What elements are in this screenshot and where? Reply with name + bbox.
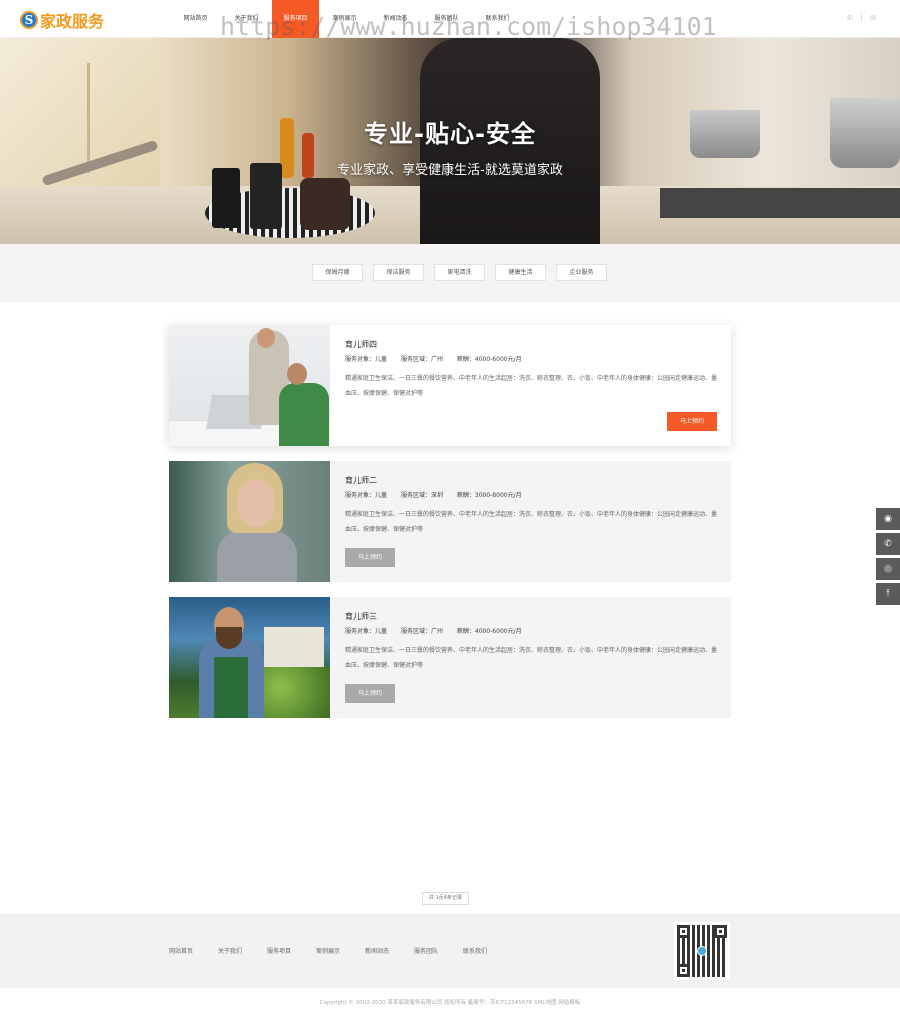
pagination-info: 共 1页4条记录 [422,892,469,905]
service-area: 服务区域：广州 [400,628,443,635]
card-info: 育儿师二 服务对象：儿童 服务区域：深圳 薪酬：3000-8000元/月 精通家… [345,475,720,537]
card-info: 育儿师三 服务对象：儿童 服务区域：广州 薪酬：4000-6000元/月 精通家… [345,611,720,673]
card-title[interactable]: 育儿师三 [345,611,720,622]
qr-logo-icon [697,946,707,956]
footer-link-news[interactable]: 新闻动态 [365,946,414,955]
banner-stove [660,188,900,218]
site-footer: 网站首页 关于我们 服务项目 案例展示 新闻动态 服务团队 联系我们 [0,914,900,988]
logo[interactable]: S 家政服务 [20,9,104,31]
qr-code [674,922,730,980]
logo-text: 家政服务 [40,12,105,31]
service-card: 育儿师二 服务对象：儿童 服务区域：深圳 薪酬：3000-8000元/月 精通家… [169,461,731,582]
side-toolbar: ◉ ✆ ◎ ⤒ [876,508,900,608]
photo-person [217,531,297,582]
category-health[interactable]: 健康生活 [495,264,546,281]
phone-icon[interactable]: ✆ [876,533,900,555]
category-nanny[interactable]: 保姆月嫂 [312,264,363,281]
footer-nav: 网站首页 关于我们 服务项目 案例展示 新闻动态 服务团队 联系我们 [169,946,512,955]
card-meta: 服务对象：儿童 服务区域：广州 薪酬：4000-6000元/月 [345,354,720,363]
mail-icon[interactable]: ✉ [870,14,876,22]
card-photo[interactable] [169,597,330,718]
photo-apron [214,657,248,718]
footer-link-cases[interactable]: 案例展示 [316,946,365,955]
footer-link-home[interactable]: 网站首页 [169,946,218,955]
photo-plants [259,667,330,718]
card-title[interactable]: 育儿师四 [345,339,720,350]
card-description: 精通家庭卫生保洁、一日三餐的餐饮营养、中老年人的生活起居：洗衣、晾衣整理、衣、小… [345,375,718,397]
service-area: 服务区域：广州 [400,356,443,363]
salary: 薪酬：4000-6000元/月 [456,628,522,635]
card-photo[interactable] [169,461,330,582]
category-enterprise[interactable]: 企业服务 [556,264,607,281]
photo-person [279,383,329,446]
phone-icon[interactable]: ✆ [847,14,853,22]
footer-link-contact[interactable]: 联系我们 [463,946,512,955]
photo-head [287,363,307,385]
book-now-button[interactable]: 马上预约 [345,684,395,703]
banner-bag [300,178,350,230]
banner-subtitle: 专业家政、享受健康生活-就选莫道家政 [337,163,563,178]
footer-link-about[interactable]: 关于我们 [218,946,267,955]
category-cleaning[interactable]: 保洁服务 [373,264,424,281]
card-info: 育儿师四 服务对象：儿童 服务区域：广州 薪酬：4000-6000元/月 精通家… [345,339,720,401]
service-card: 育儿师四 服务对象：儿童 服务区域：广州 薪酬：4000-6000元/月 精通家… [169,325,731,446]
service-area: 服务区域：深圳 [400,492,443,499]
header-icons: ✆ ✉ [847,14,876,22]
nav-home[interactable]: 网站首页 [170,0,221,38]
banner-title: 专业-贴心-安全 [364,120,536,148]
card-photo[interactable] [169,325,330,446]
qr-finder [714,925,727,938]
qq-icon[interactable]: ◉ [876,508,900,530]
hero-banner: 专业-贴心-安全 专业家政、享受健康生活-就选莫道家政 [0,38,900,244]
card-meta: 服务对象：儿童 服务区域：深圳 薪酬：3000-8000元/月 [345,490,720,499]
card-description: 精通家庭卫生保洁、一日三餐的餐饮营养、中老年人的生活起居：洗衣、晾衣整理、衣、小… [345,647,718,669]
service-target: 服务对象：儿童 [345,356,388,363]
watermark: https://www.huzhan.com/ishop34101 [220,12,717,41]
qr-finder [677,925,690,938]
divider [861,14,863,22]
salary: 薪酬：4000-6000元/月 [456,356,522,363]
book-now-button[interactable]: 马上预约 [345,548,395,567]
back-to-top-icon[interactable]: ⤒ [876,583,900,605]
service-target: 服务对象：儿童 [345,628,388,635]
card-description: 精通家庭卫生保洁、一日三餐的餐饮营养、中老年人的生活起居：洗衣、晾衣整理、衣、小… [345,511,718,533]
category-appliance[interactable]: 家电清洗 [434,264,485,281]
qr-finder [677,964,690,977]
category-list: 保姆月嫂 保洁服务 家电清洗 健康生活 企业服务 [312,264,607,281]
photo-head [257,328,275,348]
qr-pattern [677,925,727,977]
footer-link-services[interactable]: 服务项目 [267,946,316,955]
service-card: 育儿师三 服务对象：儿童 服务区域：广州 薪酬：4000-6000元/月 精通家… [169,597,731,718]
book-now-button[interactable]: 马上预约 [667,412,717,431]
service-target: 服务对象：儿童 [345,492,388,499]
footer-link-team[interactable]: 服务团队 [414,946,463,955]
category-bar: 保姆月嫂 保洁服务 家电清洗 健康生活 企业服务 [0,244,900,302]
logo-icon: S [20,11,38,29]
card-title[interactable]: 育儿师二 [345,475,720,486]
photo-face [237,479,275,527]
card-meta: 服务对象：儿童 服务区域：广州 薪酬：4000-6000元/月 [345,626,720,635]
wechat-icon[interactable]: ◎ [876,558,900,580]
copyright: Copyright © 2002-2020 某某家政服务有限公司 版权所有 备案… [319,1000,581,1006]
salary: 薪酬：3000-8000元/月 [456,492,522,499]
